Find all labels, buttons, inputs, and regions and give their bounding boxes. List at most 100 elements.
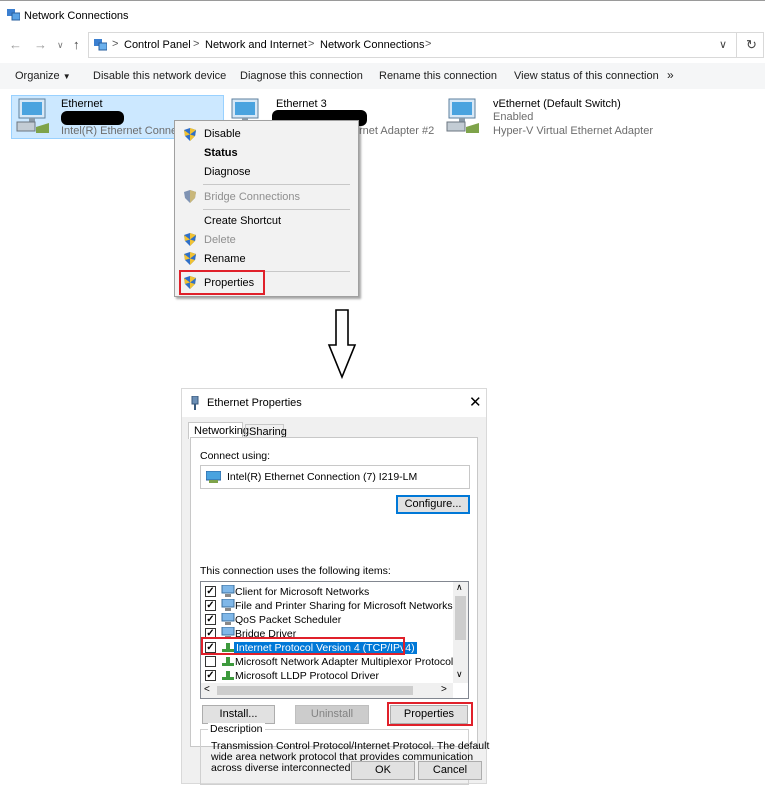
menu-item-bridge-connections: Bridge Connections bbox=[204, 191, 301, 203]
window-title: Network Connections bbox=[24, 10, 129, 22]
description-label: Description bbox=[208, 723, 265, 735]
refresh-icon[interactable]: ↻ bbox=[746, 37, 757, 53]
item-label: Microsoft LLDP Protocol Driver bbox=[235, 670, 379, 682]
menu-item-disable[interactable]: Disable bbox=[204, 128, 241, 140]
uac-shield-icon bbox=[184, 128, 196, 141]
ethernet-properties-dialog: Ethernet Properties ✕ Networking Sharing… bbox=[181, 388, 489, 785]
item-label: QoS Packet Scheduler bbox=[235, 614, 342, 626]
scroll-down-icon[interactable]: ∨ bbox=[456, 669, 463, 680]
menu-item-status[interactable]: Status bbox=[204, 147, 238, 159]
menu-item-rename[interactable]: Rename bbox=[204, 253, 246, 265]
adapter-ethernet-name: Ethernet bbox=[61, 98, 103, 110]
service-icon bbox=[221, 599, 235, 611]
scroll-right-icon[interactable]: > bbox=[441, 684, 447, 695]
scroll-thumb[interactable] bbox=[455, 596, 466, 640]
command-bar: Organize ▼ Disable this network device D… bbox=[0, 63, 765, 89]
protocol-icon bbox=[222, 671, 234, 680]
protocol-icon bbox=[222, 657, 234, 666]
ipv4-callout-box bbox=[201, 637, 405, 655]
item-checkbox[interactable]: ✓ bbox=[205, 586, 216, 597]
close-icon[interactable]: ✕ bbox=[469, 393, 482, 411]
rename-connection-button[interactable]: Rename this connection bbox=[379, 70, 497, 82]
adapter-vethernet-device: Hyper-V Virtual Ethernet Adapter bbox=[493, 125, 653, 137]
redacted-status bbox=[61, 111, 124, 125]
forward-arrow-icon[interactable]: → bbox=[34, 37, 47, 52]
client-icon bbox=[221, 585, 235, 597]
list-item[interactable]: ✓ Client for Microsoft Networks bbox=[203, 585, 463, 599]
properties-callout-box bbox=[179, 270, 265, 295]
adapter-vethernet-name[interactable]: vEthernet (Default Switch) bbox=[493, 98, 621, 110]
breadcrumb-separator-icon: > bbox=[425, 38, 432, 50]
breadcrumb-network-and-internet[interactable]: Network and Internet bbox=[205, 39, 307, 51]
item-checkbox[interactable]: ✓ bbox=[205, 670, 216, 681]
diagnose-connection-button[interactable]: Diagnose this connection bbox=[240, 70, 363, 82]
adapter-ethernet3-name[interactable]: Ethernet 3 bbox=[276, 98, 327, 110]
window-title-bar: Network Connections bbox=[0, 0, 765, 30]
item-label: Client for Microsoft Networks bbox=[235, 586, 370, 598]
menu-item-create-shortcut[interactable]: Create Shortcut bbox=[204, 215, 281, 227]
disable-device-button[interactable]: Disable this network device bbox=[93, 70, 226, 82]
more-commands-icon[interactable]: » bbox=[667, 68, 674, 82]
tab-networking-label: Networking bbox=[194, 425, 250, 437]
item-checkbox[interactable]: ✓ bbox=[205, 614, 216, 625]
service-icon bbox=[221, 613, 235, 625]
organize-dropdown-icon: ▼ bbox=[62, 72, 71, 81]
network-connections-icon bbox=[7, 9, 20, 21]
down-arrow-icon bbox=[327, 309, 357, 379]
dialog-title: Ethernet Properties bbox=[207, 397, 302, 409]
network-adapter-icon bbox=[16, 98, 49, 133]
horizontal-scrollbar[interactable]: < > bbox=[201, 683, 453, 698]
tab-sharing[interactable]: Sharing bbox=[245, 424, 287, 438]
uac-shield-icon bbox=[184, 190, 196, 203]
scroll-left-icon[interactable]: < bbox=[204, 684, 210, 695]
item-label: File and Printer Sharing for Microsoft N… bbox=[235, 600, 453, 612]
networking-panel: Connect using: Intel(R) Ethernet Connect… bbox=[190, 437, 489, 785]
network-plug-icon bbox=[191, 396, 199, 410]
cancel-button[interactable]: Cancel bbox=[418, 761, 482, 780]
scroll-up-icon[interactable]: ∧ bbox=[456, 582, 463, 593]
menu-item-delete: Delete bbox=[204, 234, 236, 246]
breadcrumb-separator-icon: > bbox=[112, 38, 119, 50]
uac-shield-icon bbox=[184, 233, 196, 246]
address-dropdown-icon[interactable]: ∨ bbox=[719, 38, 727, 51]
network-adapter-icon bbox=[446, 98, 479, 133]
view-status-button[interactable]: View status of this connection bbox=[514, 70, 659, 82]
breadcrumb-separator-icon: > bbox=[193, 38, 200, 50]
item-checkbox[interactable]: ✓ bbox=[205, 600, 216, 611]
configure-button[interactable]: Configure... bbox=[396, 495, 470, 514]
ok-button[interactable]: OK bbox=[351, 761, 415, 780]
list-item[interactable]: Microsoft Network Adapter Multiplexor Pr… bbox=[203, 655, 463, 669]
address-bar[interactable]: > Control Panel > Network and Internet >… bbox=[88, 32, 764, 58]
adapter-name: Intel(R) Ethernet Connection (7) I219-LM bbox=[227, 471, 418, 483]
organize-button[interactable]: Organize ▼ bbox=[15, 70, 71, 82]
breadcrumb-network-connections[interactable]: Network Connections bbox=[320, 39, 425, 51]
install-button[interactable]: Install... bbox=[202, 705, 275, 724]
recent-locations-chevron-icon[interactable]: ∨ bbox=[57, 40, 64, 51]
control-panel-icon bbox=[94, 39, 107, 51]
list-item[interactable]: ✓ Microsoft LLDP Protocol Driver bbox=[203, 669, 463, 683]
context-menu: Disable Status Diagnose Bridge Connectio… bbox=[174, 120, 359, 297]
network-adapter-icon bbox=[206, 471, 221, 483]
list-item[interactable]: ✓ File and Printer Sharing for Microsoft… bbox=[203, 599, 463, 613]
organize-label: Organize bbox=[15, 70, 60, 82]
item-checkbox[interactable] bbox=[205, 656, 216, 667]
vertical-scrollbar[interactable]: ∧ ∨ bbox=[453, 582, 468, 683]
up-arrow-icon[interactable]: ↑ bbox=[73, 37, 80, 52]
items-label: This connection uses the following items… bbox=[200, 565, 391, 577]
menu-separator bbox=[203, 209, 350, 210]
breadcrumb-separator-icon: > bbox=[308, 38, 315, 50]
breadcrumb-control-panel[interactable]: Control Panel bbox=[124, 39, 191, 51]
back-arrow-icon[interactable]: ← bbox=[9, 37, 22, 52]
uac-shield-icon bbox=[184, 252, 196, 265]
menu-item-diagnose[interactable]: Diagnose bbox=[204, 166, 250, 178]
item-label: Microsoft Network Adapter Multiplexor Pr… bbox=[235, 656, 454, 668]
scroll-thumb[interactable] bbox=[217, 686, 413, 695]
uninstall-button: Uninstall bbox=[295, 705, 369, 724]
dialog-title-bar: Ethernet Properties ✕ bbox=[182, 389, 486, 417]
list-item[interactable]: ✓ QoS Packet Scheduler bbox=[203, 613, 463, 627]
adapter-vethernet-status: Enabled bbox=[493, 111, 534, 123]
adapter-field: Intel(R) Ethernet Connection (7) I219-LM bbox=[200, 465, 470, 489]
adapter-ethernet3-device: rnet Adapter #2 bbox=[359, 125, 435, 137]
address-divider bbox=[736, 33, 737, 57]
adapter-ethernet-device: Intel(R) Ethernet Connect bbox=[61, 125, 186, 137]
